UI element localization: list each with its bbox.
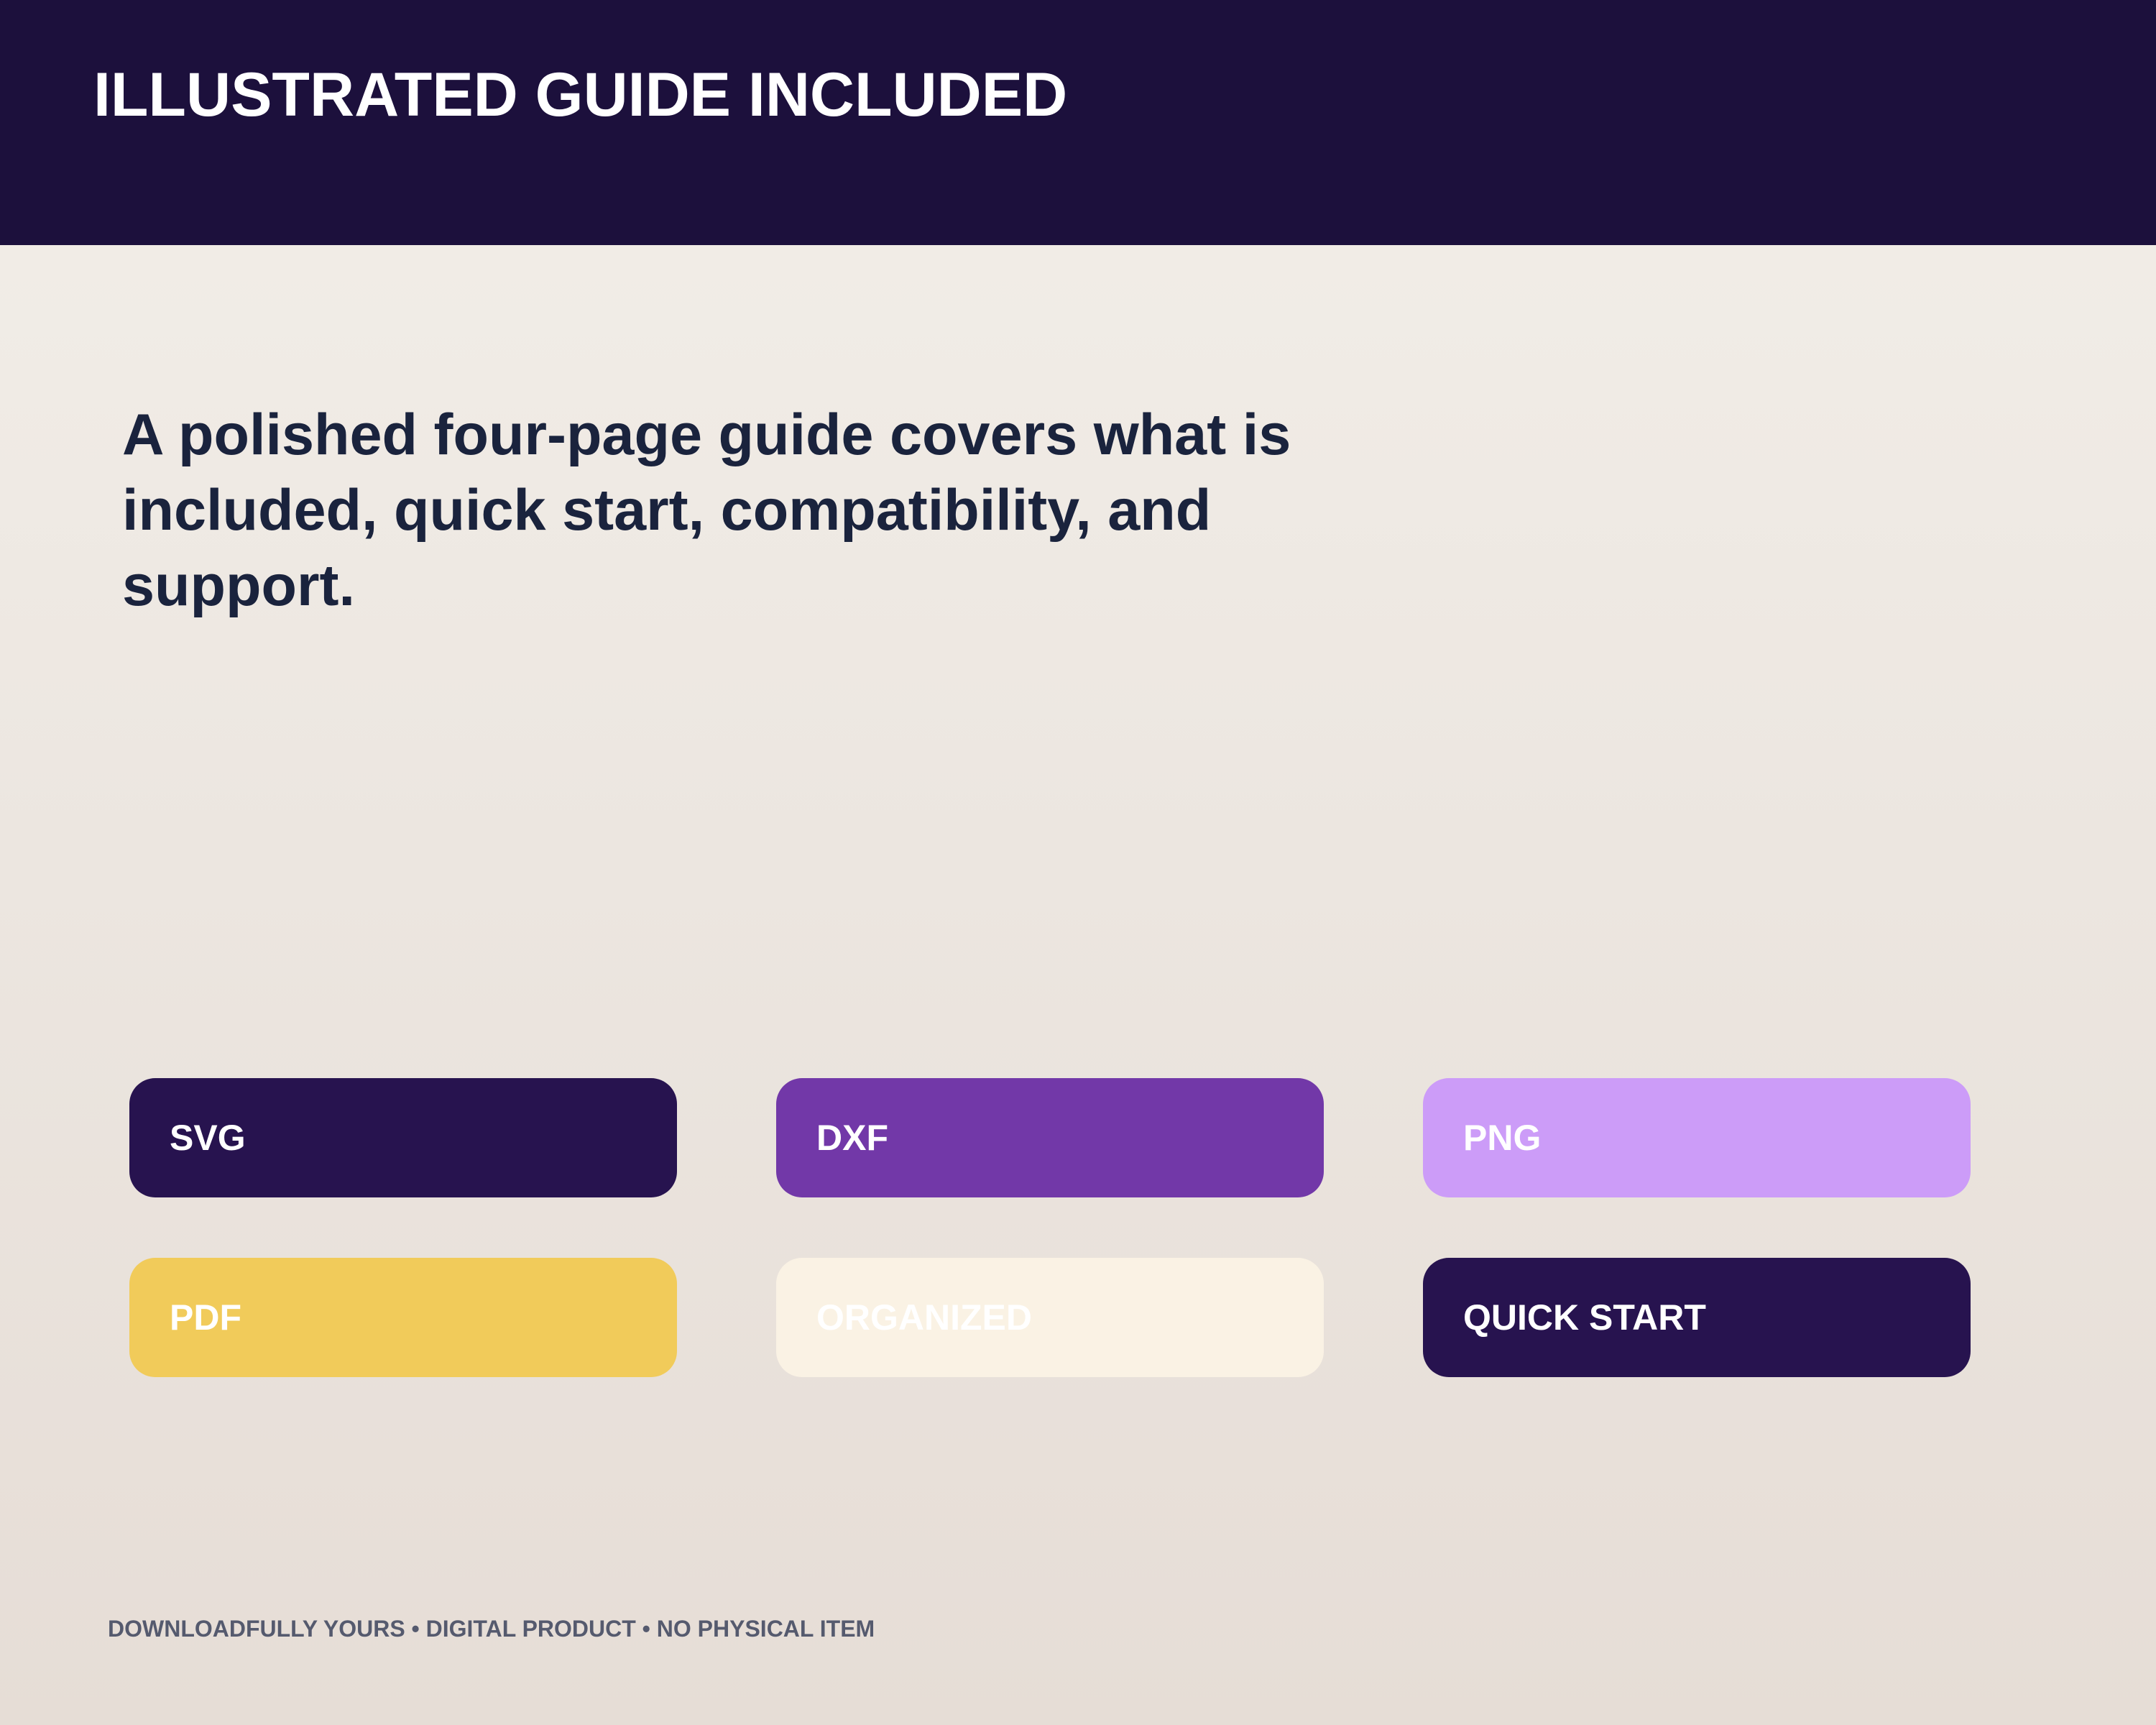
chip-label-pdf: PDF — [170, 1297, 241, 1338]
chip-organized: ORGANIZED — [776, 1258, 1324, 1377]
chip-label-organized: ORGANIZED — [816, 1297, 1032, 1338]
page-title: ILLUSTRATED GUIDE INCLUDED — [93, 60, 1068, 129]
chip-svg: SVG — [129, 1078, 677, 1197]
chip-label-svg: SVG — [170, 1118, 246, 1158]
chip-quick-start: QUICK START — [1423, 1258, 1971, 1377]
chip-label-quick-start: QUICK START — [1463, 1297, 1706, 1338]
footer-text: DOWNLOADFULLY YOURS • DIGITAL PRODUCT • … — [108, 1616, 875, 1642]
chip-png: PNG — [1423, 1078, 1971, 1197]
chip-pdf: PDF — [129, 1258, 677, 1377]
headline-text: A polished four-page guide covers what i… — [122, 402, 1291, 618]
chip-dxf: DXF — [776, 1078, 1324, 1197]
chip-label-dxf: DXF — [816, 1118, 888, 1158]
header-banner: ILLUSTRATED GUIDE INCLUDED — [0, 0, 2156, 245]
chip-label-png: PNG — [1463, 1118, 1542, 1158]
